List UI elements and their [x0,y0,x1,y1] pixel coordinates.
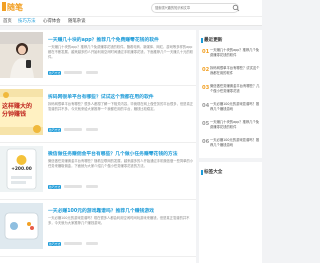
logo-text: 随笔 [7,3,23,12]
meta-date [64,185,82,188]
recent-item[interactable]: 03 微信做任务赚佣金平台有哪些？几个做小任务赚零花钱 [199,84,262,100]
nav-item-tips[interactable]: 技巧方法 [18,18,36,25]
article-summary: 微信做任务赚佣金平台有哪些？随着互联网的发展，越来越多的人开始通过手机微信做一些… [48,159,194,169]
category-badge[interactable]: 技巧方法 [48,128,62,132]
recent-item-title[interactable]: 一天赚几十块的app？推荐几个免费赚零花钱的软件 [210,48,260,63]
rank-number: 04 [202,103,210,109]
search-input[interactable] [151,3,239,13]
nav-item-experience[interactable]: 心得体会 [43,18,61,25]
recent-item-title[interactable]: 拆码网很单平台有哪些？试试这个我都在用的软件 [210,66,260,81]
article-thumbnail[interactable]: +200.00 [0,146,43,192]
site-logo[interactable]: 随笔 [2,2,23,13]
recent-item-title[interactable]: 一天必赚100元的游戏靠谱吗？推荐几个赚钱游戏 [210,102,260,117]
recent-item[interactable]: 01 一天赚几十块的app？推荐几个免费赚零花钱的软件 [199,48,262,64]
article-summary: 一天必赚100元的游戏靠谱吗？现在很多人都会利用空闲时间玩游戏来赚钱，但是真正靠… [48,216,190,226]
top-bar: 随笔 [0,0,262,16]
nav-bar: 首页 技巧方法 心得体会 随笔杂谈 [0,16,262,26]
article-title[interactable]: 一天必赚100元的游戏靠谱吗？推荐几个赚钱游戏 [48,207,194,214]
game-image [0,203,43,249]
article-summary: 一天赚几十块的app？推荐几个免费赚零花钱的软件。随着电商、新媒体、网红、游戏等… [48,45,194,60]
recent-item[interactable]: 05 一天赚几十块的app？推荐几个免费赚零花钱的软件 [199,120,262,136]
sidebar-tags: 标签大全 [199,162,262,263]
recent-item[interactable]: 04 一天必赚100元的游戏靠谱吗？推荐几个赚钱游戏 [199,102,262,118]
rank-number: 01 [202,49,210,55]
category-badge[interactable]: 技巧方法 [48,242,62,246]
meta-date [64,242,82,245]
article-title[interactable]: 拆码网很单平台有哪些？试试这个我都在用的软件 [48,93,194,100]
thumbnail-caption: 这样赚大的 分钟赚钱 [2,103,33,118]
recent-item-title[interactable]: 微信做任务赚佣金平台有哪些？几个做小任务赚零花钱 [210,84,260,99]
article-thumbnail[interactable] [0,32,43,78]
title-accent-bar [201,170,203,175]
article-list: 一天赚几十块的app？推荐几个免费赚零花钱的软件 一天赚几十块的app？推荐几个… [0,30,196,263]
sidebar-title: 标签大全 [204,170,223,175]
article-thumbnail[interactable] [0,203,43,249]
article-meta: 技巧方法 [48,71,194,75]
article-title[interactable]: 一天赚几十块的app？推荐几个免费赚零花钱的软件 [48,36,194,43]
sidebar-recent: 最近更新 01 一天赚几十块的app？推荐几个免费赚零花钱的软件 02 拆码网很… [199,30,262,158]
article-thumbnail[interactable]: 这样赚大的 分钟赚钱 [0,89,43,135]
logo-icon [2,2,6,11]
article-title[interactable]: 微信做任务赚佣金平台有哪些？几个做小任务赚零花钱的方法 [48,150,194,157]
meta-views [86,128,98,131]
article-meta: 技巧方法 [48,242,194,246]
sidebar-title: 最近更新 [204,38,223,43]
category-badge[interactable]: 技巧方法 [48,185,62,189]
meta-views [86,185,98,188]
search-icon[interactable] [232,4,240,12]
recent-item[interactable]: 06 一天必赚100元的游戏靠谱吗？推荐几个赚钱游戏 [199,138,262,154]
rank-number: 06 [202,139,210,145]
meta-date [64,71,82,74]
thumbnail-caption: +200.00 [11,167,32,172]
article-item[interactable]: +200.00 微信做任务赚佣金平台有哪些？几个做小任务赚零花钱的方法 微信做任… [0,144,196,200]
rank-number: 05 [202,121,210,127]
category-badge[interactable]: 技巧方法 [48,71,62,75]
meta-date [64,128,82,131]
recent-item[interactable]: 02 拆码网很单平台有哪些？试试这个我都在用的软件 [199,66,262,82]
article-summary: 拆码网很单平台有哪些？很多人都想了解一下相关内容，毕竟现在网上做任务的平台很多，… [48,102,194,112]
rank-number: 02 [202,67,210,73]
article-item[interactable]: 一天必赚100元的游戏靠谱吗？推荐几个赚钱游戏 一天必赚100元的游戏靠谱吗？现… [0,201,196,257]
woman-phone-image [0,32,43,78]
meta-views [86,242,98,245]
nav-item-essays[interactable]: 随笔杂谈 [68,18,86,25]
rank-number: 03 [202,85,210,91]
meta-views [86,71,98,74]
article-meta: 技巧方法 [48,128,194,132]
recent-item-title[interactable]: 一天赚几十块的app？推荐几个免费赚零花钱的软件 [210,120,260,135]
article-item[interactable]: 一天赚几十块的app？推荐几个免费赚零花钱的软件 一天赚几十块的app？推荐几个… [0,30,196,86]
recent-item-title[interactable]: 一天必赚100元的游戏靠谱吗？推荐几个赚钱游戏 [210,138,260,153]
nav-item-home[interactable]: 首页 [3,18,12,25]
article-meta: 技巧方法 [48,185,194,189]
article-item[interactable]: 这样赚大的 分钟赚钱 拆码网很单平台有哪些？试试这个我都在用的软件 拆码网很单平… [0,87,196,143]
title-accent-bar [201,38,203,43]
